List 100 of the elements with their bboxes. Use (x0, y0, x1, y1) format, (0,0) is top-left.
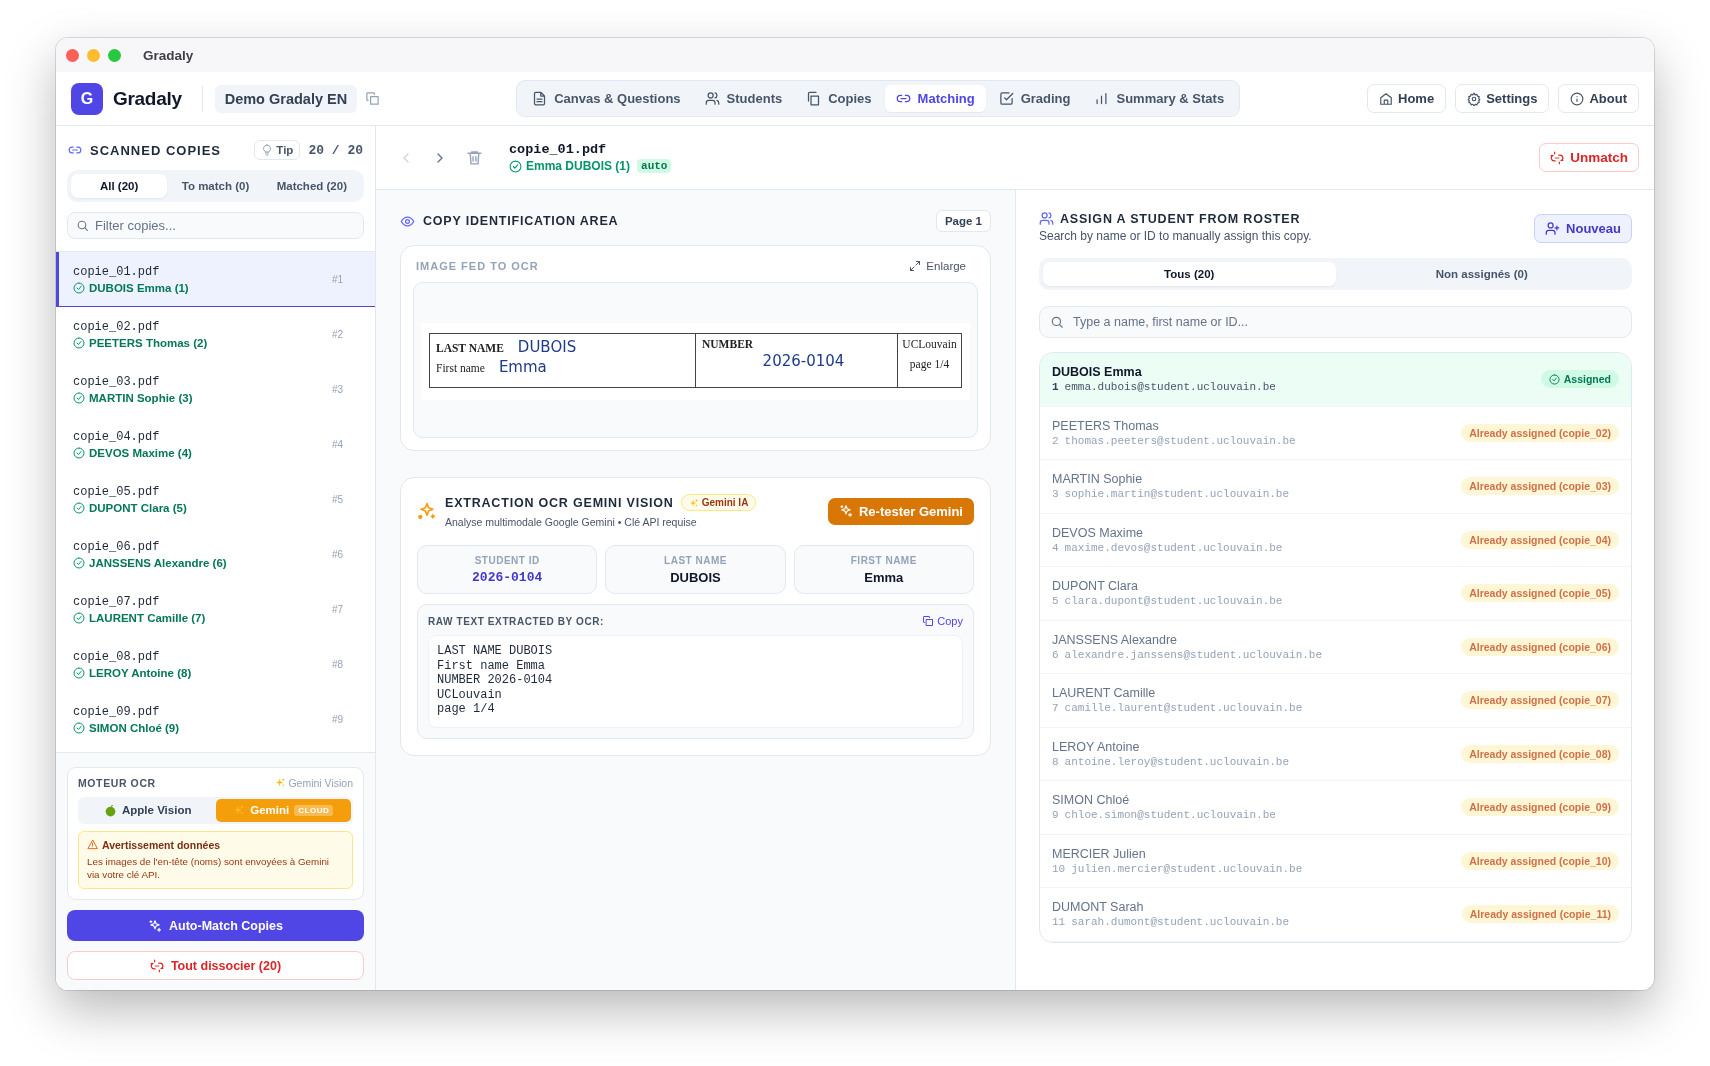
copy-number: #3 (331, 384, 343, 395)
student-row[interactable]: DUMONT Sarah 11 sarah.dumont@student.uclouvain.be Already assigned (copie_11) (1040, 888, 1631, 942)
new-student-button[interactable]: Nouveau (1534, 214, 1632, 243)
copy-list-item[interactable]: copie_09.pdf SIMON Chloé (9) #9 (56, 692, 375, 747)
student-email: emma.dubois@student.uclouvain.be (1064, 381, 1276, 394)
filter-tab[interactable]: Non assignés (0) (1335, 262, 1628, 286)
handwritten-text: 2026-0104 (762, 352, 845, 370)
nav-tab[interactable]: Matching (884, 85, 986, 112)
nav-tab[interactable]: Canvas & Questions (521, 85, 692, 112)
copy-list-item[interactable]: copie_08.pdf LEROY Antoine (8) #8 (56, 637, 375, 692)
student-email: alexandre.janssens@student.uclouvain.be (1064, 648, 1323, 661)
info-icon (1570, 91, 1585, 106)
copy-list-item[interactable]: copie_06.pdf JANSSENS Alexandre (6) #6 (56, 527, 375, 582)
ocr-text-line: LAST NAME DUBOIS (437, 644, 554, 659)
sparkles-icon (688, 497, 699, 508)
student-row[interactable]: LEROY Antoine 8 antoine.leroy@student.uclouvain.be Already assigned (copie_08) (1040, 727, 1631, 781)
status-badge: Already assigned (copie_08) (1461, 744, 1619, 763)
student-row[interactable]: JANSSENS Alexandre 6 alexandre.janssens@student.uclouvain.be Already assigned (copie_06) (1040, 620, 1631, 674)
copy-number: #2 (331, 329, 343, 340)
student-name: DUMONT Sarah (1052, 900, 1145, 915)
field-label: LAST NAME (664, 554, 727, 566)
link-icon (68, 143, 82, 157)
student-row[interactable]: DEVOS Maxime 4 maxime.devos@student.uclouvain.be Already assigned (copie_04) (1040, 513, 1631, 567)
nav-tab[interactable]: Students (693, 85, 794, 112)
copy-list-item[interactable]: copie_03.pdf MARTIN Sophie (3) #3 (56, 362, 375, 417)
status-badge: Already assigned (copie_06) (1461, 637, 1619, 656)
lightbulb-icon (261, 144, 274, 156)
auto-match-button[interactable]: Auto-Match Copies (67, 910, 364, 941)
card-label: IMAGE FED TO OCR (416, 260, 539, 272)
student-row[interactable]: DUBOIS Emma 1 emma.dubois@student.uclouvain.be Assigned (1040, 353, 1631, 407)
student-row[interactable]: MARTIN Sophie 3 sophie.martin@student.uclouvain.be Already assigned (copie_03) (1040, 460, 1631, 514)
copy-number: #5 (331, 494, 343, 505)
toolbar-button[interactable]: About (1558, 84, 1639, 113)
student-name: MERCIER Julien (1052, 846, 1147, 861)
filter-tab[interactable]: Matched (20) (263, 174, 360, 198)
panel-title: SCANNED COPIES (90, 142, 222, 158)
file-name: copie_05.pdf (73, 485, 161, 499)
unmatch-button[interactable]: Unmatch (1539, 143, 1639, 172)
field-value: Emma (864, 569, 904, 585)
ocr-text-line: NUMBER 2026-0104 (437, 673, 554, 688)
copy-button[interactable]: Copy (922, 615, 963, 627)
engine-option[interactable]: Apple Vision (80, 798, 216, 822)
student-row[interactable]: LAURENT Camille 7 camille.laurent@student.uclouvain.be Already assigned (copie_07) (1040, 674, 1631, 728)
unmatch-all-button[interactable]: Tout dissocier (20) (67, 951, 364, 980)
search-field[interactable]: Filter copies... (67, 212, 364, 239)
copy-count: 20 / 20 (308, 142, 363, 158)
nav-tab[interactable]: Summary & Stats (1083, 85, 1236, 112)
matched-student: DUPONT Clara (5) (89, 502, 187, 514)
sparkles-icon (838, 504, 853, 518)
warning-title: Avertissement données (102, 838, 221, 851)
student-number: 3 (1052, 488, 1059, 501)
tip-button[interactable]: Tip (254, 140, 301, 160)
minimize-button[interactable] (87, 48, 100, 62)
nav-tab[interactable]: Grading (987, 85, 1082, 112)
window-title: Gradaly (143, 47, 194, 63)
student-number: 5 (1052, 595, 1059, 608)
filter-tab[interactable]: To match (0) (167, 174, 264, 198)
student-name: PEETERS Thomas (1052, 418, 1160, 433)
section-subtitle: Search by name or ID to manually assign this copy. (1039, 229, 1312, 243)
ocr-text-line: UCLouvain (437, 687, 503, 703)
nav-tab[interactable]: Copies (795, 85, 883, 112)
student-row[interactable]: PEETERS Thomas 2 thomas.peeters@student.uclouvain.be Already assigned (copie_02) (1040, 406, 1631, 460)
panel-label: RAW TEXT EXTRACTED BY OCR: (428, 615, 604, 627)
sparkles-icon (275, 777, 287, 789)
status-badge: Already assigned (copie_04) (1461, 530, 1619, 549)
enlarge-button[interactable]: Enlarge (901, 260, 974, 272)
student-row[interactable]: DUPONT Clara 5 clara.dupont@student.uclouvain.be Already assigned (copie_05) (1040, 567, 1631, 621)
copy-list-item[interactable]: copie_04.pdf DEVOS Maxime (4) #4 (56, 417, 375, 472)
status-badge: Already assigned (copie_10) (1461, 851, 1619, 870)
copy-list-item[interactable]: copie_01.pdf DUBOIS Emma (1) #1 (56, 252, 375, 307)
people-icon (704, 91, 720, 106)
filter-tab[interactable]: All (20) (71, 174, 168, 198)
file-name: copie_04.pdf (73, 430, 161, 444)
checkbox-icon (998, 91, 1014, 106)
status-badge: Already assigned (copie_03) (1461, 477, 1619, 496)
copy-number: #9 (331, 714, 343, 725)
copy-list-item[interactable]: copie_07.pdf LAURENT Camille (7) #7 (56, 582, 375, 637)
search-field[interactable]: Type a name, first name or ID... (1039, 306, 1632, 338)
status-badge: Already assigned (copie_09) (1461, 798, 1619, 817)
student-row[interactable]: SIMON Chloé 9 chloe.simon@student.uclouvain.be Already assigned (copie_09) (1040, 781, 1631, 835)
toolbar-button[interactable]: Settings (1455, 84, 1550, 113)
student-row[interactable]: MERCIER Julien 10 julien.mercier@student.uclouvain.be Already assigned (copie_10) (1040, 834, 1631, 888)
student-name: MARTIN Sophie (1052, 472, 1144, 487)
student-email: sophie.martin@student.uclouvain.be (1064, 488, 1290, 501)
zoom-button[interactable] (108, 48, 121, 62)
copy-list-item[interactable]: copie_05.pdf DUPONT Clara (5) #5 (56, 472, 375, 527)
trash-icon (466, 149, 483, 166)
close-button[interactable] (66, 48, 79, 62)
handwritten-text: Emma (498, 358, 547, 376)
copy-number: #8 (331, 659, 343, 670)
student-number: 4 (1052, 541, 1059, 554)
search-icon (1050, 315, 1064, 329)
student-name: DEVOS Maxime (1052, 525, 1144, 540)
toolbar-button[interactable]: Home (1367, 84, 1447, 113)
matched-student: SIMON Chloé (9) (89, 722, 180, 734)
filter-tab[interactable]: Tous (20) (1043, 262, 1336, 286)
add-person-icon (1545, 221, 1561, 236)
matched-student: Emma DUBOIS (1) (526, 159, 631, 173)
form-label: page 1/4 (909, 358, 950, 370)
copy-list-item[interactable]: copie_02.pdf PEETERS Thomas (2) #2 (56, 307, 375, 362)
